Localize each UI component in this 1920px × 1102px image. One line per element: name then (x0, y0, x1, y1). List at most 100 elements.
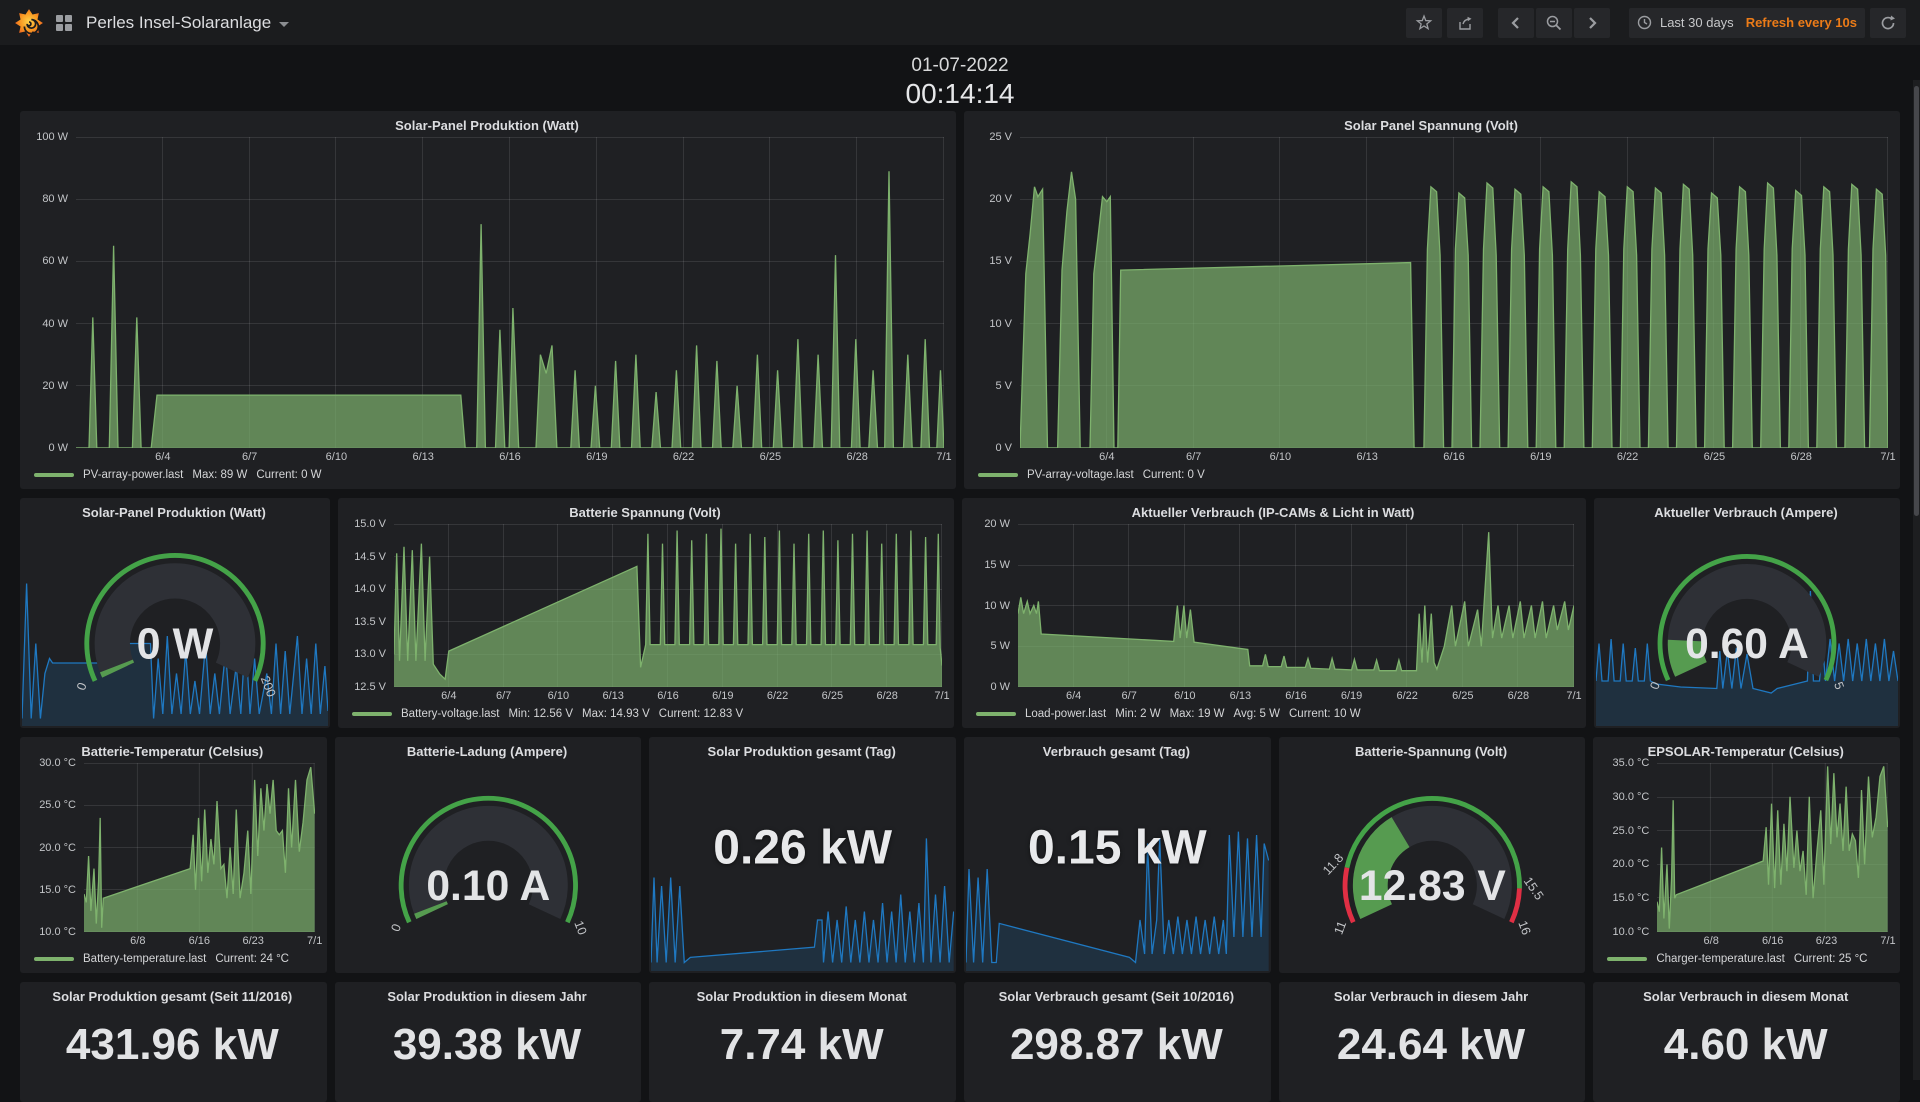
panel-title[interactable]: Solar Verbrauch in diesem Jahr (1334, 989, 1528, 1004)
series-name[interactable]: Load-power.last (1025, 708, 1106, 720)
series-name[interactable]: Battery-voltage.last (401, 708, 499, 720)
time-back-button[interactable] (1497, 7, 1534, 38)
x-tick-label: 6/22 (1396, 690, 1418, 702)
panel-gauge-pv-power: Solar-Panel Produktion (Watt) 0 200 0 W (20, 498, 330, 728)
series-name[interactable]: Charger-temperature.last (1656, 953, 1784, 965)
x-tick-label: 6/28 (1507, 690, 1530, 702)
x-tick-label: 6/22 (766, 690, 789, 702)
refresh-button[interactable] (1870, 7, 1906, 38)
panel-title[interactable]: Verbrauch gesamt (Tag) (974, 744, 1259, 759)
panel-title[interactable]: Solar-Panel Produktion (Watt) (30, 505, 318, 520)
scrollbar-thumb[interactable] (1914, 86, 1919, 516)
series-stat: Current: 12.83 V (658, 708, 744, 720)
y-axis: 20 W 15 W 10 W 5 W 0 W (972, 518, 1018, 693)
x-tick-label: 6/10 (1269, 451, 1292, 463)
x-tick-label: 6/16 (657, 690, 679, 702)
zoom-out-button[interactable] (1535, 7, 1572, 38)
legend[interactable]: Battery-temperature.last Current: 24 °C (30, 949, 315, 969)
x-tick-label: 7/1 (936, 451, 952, 463)
y-tick-label: 25.0 °C (39, 799, 76, 812)
x-tick-label: 6/4 (1099, 451, 1115, 463)
x-tick-label: 6/16 (188, 935, 211, 947)
series-stat: Current: 0 W (256, 469, 322, 481)
panel-stat-year-consumption: Solar Verbrauch in diesem Jahr 24.64 kW (1278, 982, 1586, 1102)
y-tick-label: 13.0 V (354, 648, 386, 661)
series-stat: Min: 12.56 V (508, 708, 574, 720)
star-dashboard-button[interactable] (1405, 7, 1442, 38)
legend[interactable]: PV-array-power.last Max: 89 W Current: 0 W (30, 465, 944, 485)
panel-stat-day-consumption: Verbrauch gesamt (Tag) 0.15 kW (964, 737, 1271, 973)
panel-stat-total-production: Solar Produktion gesamt (Seit 11/2016) 4… (20, 982, 327, 1102)
gauge-scale-label: 0 (73, 680, 90, 692)
x-tick-label: 6/23 (242, 935, 264, 947)
panel-title[interactable]: Batterie-Ladung (Ampere) (345, 744, 630, 759)
dashboard-title-dropdown[interactable]: Perles Insel-Solaranlage (86, 13, 290, 33)
x-tick-label: 6/10 (325, 451, 348, 463)
legend[interactable]: PV-array-voltage.last Current: 0 V (974, 465, 1888, 485)
gauge: 0 10 0.10 A (343, 765, 634, 969)
plot-area[interactable] (76, 137, 944, 448)
y-tick-label: 15 V (989, 255, 1012, 268)
panel-title[interactable]: Solar Produktion in diesem Jahr (387, 989, 586, 1004)
y-tick-label: 20.0 °C (1612, 858, 1650, 871)
panel-title[interactable]: Solar Verbrauch in diesem Monat (1643, 989, 1848, 1004)
series-stat: Current: 25 °C (1793, 953, 1868, 965)
series-color-dash (352, 712, 392, 716)
share-dashboard-button[interactable] (1446, 7, 1483, 38)
star-icon (1415, 13, 1433, 30)
x-axis: 6/4 6/7 6/10 6/13 6/16 6/19 6/22 6/25 6/28 7/1 (394, 687, 950, 704)
panel-title[interactable]: Solar Panel Spannung (Volt) (974, 118, 1888, 133)
x-axis: 6/8 6/16 6/23 7/1 (1657, 932, 1896, 949)
series-name[interactable]: PV-array-voltage.last (1027, 469, 1134, 481)
legend[interactable]: Battery-voltage.last Min: 12.56 V Max: 14.… (348, 704, 942, 724)
series-name[interactable]: Battery-temperature.last (83, 953, 206, 965)
x-tick-label: 6/22 (672, 451, 695, 463)
x-tick-label: 6/25 (759, 451, 782, 463)
dashboard-grid: Solar-Panel Produktion (Watt) 100 W 80 W6… (0, 111, 1920, 1102)
x-tick-label: 6/19 (586, 451, 608, 463)
panel-title[interactable]: Aktueller Verbrauch (IP-CAMs & Licht in … (972, 505, 1574, 520)
time-range-picker[interactable]: Last 30 days Refresh every 10s (1628, 7, 1865, 38)
time-forward-button[interactable] (1573, 7, 1610, 38)
panel-stat-day-production: Solar Produktion gesamt (Tag) 0.26 kW (649, 737, 957, 973)
panel-title[interactable]: Solar Produktion in diesem Monat (697, 989, 907, 1004)
x-tick-label: 6/13 (1229, 690, 1252, 702)
panel-title[interactable]: Batterie Spannung (Volt) (348, 505, 942, 520)
series-name[interactable]: PV-array-power.last (83, 469, 183, 481)
x-tick-label: 7/1 (1880, 935, 1896, 947)
panel-title[interactable]: Solar Verbrauch gesamt (Seit 10/2016) (999, 989, 1235, 1004)
legend[interactable]: Charger-temperature.last Current: 25 °C (1603, 949, 1888, 969)
x-tick-label: 6/16 (1285, 690, 1307, 702)
gauge: 0 200 0 W (28, 526, 322, 724)
panel-pv-power: Solar-Panel Produktion (Watt) 100 W 80 W 6… (20, 111, 956, 489)
refresh-icon (1881, 15, 1895, 29)
plot-area[interactable] (1018, 524, 1574, 687)
panel-title[interactable]: Solar Produktion gesamt (Tag) (659, 744, 944, 759)
panel-title[interactable]: Solar-Panel Produktion (Watt) (30, 118, 944, 133)
gauge-value: 12.83 V (1359, 862, 1507, 910)
share-icon (1459, 16, 1472, 30)
x-tick-label: 7/1 (1880, 451, 1896, 463)
panel-title[interactable]: Solar Produktion gesamt (Seit 11/2016) (52, 989, 292, 1004)
dashboard-picker-icon[interactable] (54, 13, 74, 33)
time-range-label: Last 30 days (1659, 15, 1734, 30)
x-tick-label: 6/7 (241, 451, 258, 463)
gauge-value: 0 W (137, 620, 214, 668)
y-tick-label: 5 W (990, 640, 1010, 653)
grafana-logo-icon[interactable] (14, 8, 44, 38)
plot-area[interactable] (84, 763, 315, 932)
panel-title[interactable]: Batterie-Spannung (Volt) (1289, 744, 1574, 759)
x-tick-label: 6/4 (1065, 690, 1082, 702)
gauge-scale-label: 15.5 (1521, 874, 1546, 902)
legend[interactable]: Load-power.last Min: 2 W Max: 19 W Avg: 5 W… (972, 704, 1574, 724)
panel-title[interactable]: Aktueller Verbrauch (Ampere) (1604, 505, 1888, 520)
series-stat: Max: 89 W (192, 469, 248, 481)
stat-value: 298.87 kW (1009, 1020, 1223, 1069)
clock-date: 01-07-2022 (911, 55, 1009, 76)
plot-area[interactable] (1657, 763, 1889, 932)
x-tick-label: 6/4 (155, 451, 171, 463)
plot-area[interactable] (1020, 137, 1888, 448)
x-tick-label: 6/13 (412, 451, 434, 463)
x-tick-label: 6/10 (1174, 690, 1196, 702)
plot-area[interactable] (394, 524, 942, 687)
